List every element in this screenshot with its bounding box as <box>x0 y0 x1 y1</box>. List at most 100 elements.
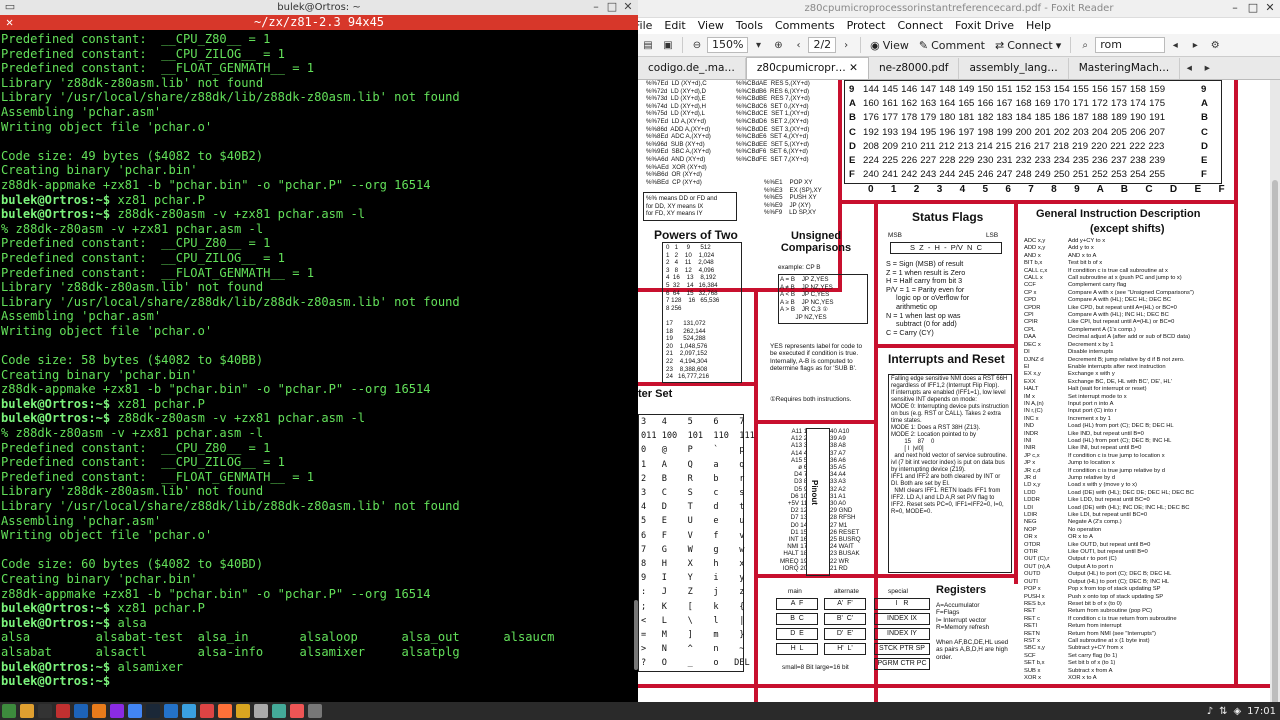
terminal-line-text: Library '/usr/local/share/z88dk/lib/z88d… <box>1 499 460 513</box>
opcode-note: %% means DD or FD and for DD, XY means I… <box>643 192 737 221</box>
connect-button[interactable]: ⇄ Connect ▾ <box>990 39 1066 52</box>
firefox-icon[interactable] <box>218 704 232 718</box>
hex-row-values: 176 177 178 179 180 181 182 183 184 185 … <box>863 112 1166 124</box>
terminal-line-text: Predefined constant: __FLOAT_GENMATH__ =… <box>1 61 315 76</box>
pdf-tab[interactable]: MasteringMach… <box>1069 58 1181 79</box>
terminal-line: Library '/usr/local/share/z88dk/lib/z88d… <box>1 90 638 105</box>
edit-icon[interactable] <box>254 704 268 718</box>
code-icon[interactable] <box>182 704 196 718</box>
pdf-scrollbar[interactable] <box>1270 80 1280 702</box>
search-input[interactable]: rom <box>1095 37 1166 53</box>
save-icon[interactable]: ▣ <box>660 37 676 53</box>
close-icon[interactable]: ✕ <box>622 1 634 13</box>
mail-icon[interactable] <box>200 704 214 718</box>
character-set-table: 3 4 5 6 7 011 100 101 110 111 0 @ P ` p … <box>638 414 755 672</box>
comment-button[interactable]: ✎ Comment <box>914 39 990 52</box>
unsigned-comparisons-title: Unsigned Comparisons <box>780 230 852 254</box>
terminal-line-text: alsabat alsactl alsa-info alsamixer alsa… <box>1 644 460 659</box>
terminal-window[interactable]: ▭ bulek@Ortros: ~ – □ ✕ ✕ ~/zx/z81-2.3 9… <box>0 0 638 702</box>
music-icon[interactable] <box>110 704 124 718</box>
terminal-line: bulek@Ortros:~$ xz81 pchar.P <box>1 397 638 412</box>
pdf-close-icon[interactable]: ✕ <box>1263 2 1277 14</box>
network-icon[interactable]: ⇅ <box>1219 706 1227 717</box>
tab-scroll-right-icon[interactable]: ▸ <box>1198 58 1216 79</box>
shield-icon[interactable]: ◈ <box>1233 706 1241 717</box>
card-divider <box>838 200 1238 204</box>
search-next-icon[interactable]: ▸ <box>1187 37 1203 53</box>
pdf-titlebar[interactable]: z80cpumicroprocessorinstantreferencecard… <box>638 0 1280 18</box>
menu-item[interactable]: Connect <box>891 18 948 34</box>
menu-item[interactable]: Foxit Drive <box>949 18 1020 34</box>
terminal-line-text: Predefined constant: __CPU_Z80__ = 1 <box>1 440 271 455</box>
menu-item[interactable]: Tools <box>730 18 769 34</box>
zoom-level-field[interactable]: 150% <box>707 37 749 53</box>
maximize-icon[interactable]: □ <box>606 1 618 13</box>
page-number-field[interactable]: 2/2 <box>808 37 837 53</box>
zoom-out-icon[interactable]: ⊖ <box>689 37 705 53</box>
chevron-down-icon[interactable]: ▾ <box>750 37 766 53</box>
zoom-in-icon[interactable]: ⊕ <box>770 37 786 53</box>
print-icon[interactable]: ▤ <box>640 37 656 53</box>
terminal-line-text: alsa <box>110 615 147 630</box>
terminal-line-text: Library 'z88dk-z80asm.lib' not found <box>1 280 264 295</box>
terminal-line-text: Assembling 'pchar.asm' <box>1 104 162 119</box>
next-page-icon[interactable]: › <box>838 37 854 53</box>
vlc-icon[interactable] <box>92 704 106 718</box>
menu-item[interactable]: Protect <box>841 18 892 34</box>
view-button[interactable]: ◉ View <box>865 39 914 52</box>
chrome-icon[interactable] <box>128 704 142 718</box>
hex-table-row: B 176 177 178 179 180 181 182 183 184 185… <box>849 111 1219 124</box>
pdf-page[interactable]: %%7Ed LD (XY+d),C %%72d LD (XY+d),D %%73… <box>638 80 1270 702</box>
tab-close-icon[interactable]: ✕ <box>846 62 858 74</box>
menu-item[interactable]: Comments <box>769 18 841 34</box>
pdf-minimize-icon[interactable]: – <box>1228 2 1242 14</box>
more-icon[interactable] <box>308 704 322 718</box>
terminal-line-text <box>110 674 117 688</box>
kde-icon[interactable] <box>74 704 88 718</box>
chevron-down-icon: ▾ <box>1055 38 1062 52</box>
terminal-menu-icon[interactable]: ▭ <box>4 1 16 13</box>
search-prev-icon[interactable]: ◂ <box>1167 37 1183 53</box>
register-cell: D E <box>776 628 818 640</box>
hex-table-row: A 160 161 162 163 164 165 166 167 168 169… <box>849 97 1219 110</box>
terminal-icon[interactable] <box>38 704 52 718</box>
menu-item[interactable]: View <box>692 18 730 34</box>
menu-item[interactable]: Help <box>1020 18 1057 34</box>
terminal-output[interactable]: Predefined constant: __CPU_Z80__ = 1 Pred… <box>0 30 638 689</box>
pdf-tab[interactable]: codigo.de_.ma… <box>638 58 746 79</box>
pdf-maximize-icon[interactable]: □ <box>1246 2 1260 14</box>
folder-icon[interactable] <box>236 704 250 718</box>
minimize-icon[interactable]: – <box>590 1 602 13</box>
unsigned-note: YES represents label for code to be exec… <box>770 343 863 373</box>
pdf-tab[interactable]: z80cpumicropr… ✕ <box>745 57 869 79</box>
search-icon[interactable]: ⌕ <box>1077 37 1093 53</box>
sound-icon[interactable]: ♪ <box>1207 706 1213 717</box>
steam-icon[interactable] <box>146 704 160 718</box>
tab-scroll-left-icon[interactable]: ◂ <box>1180 58 1198 79</box>
menu-icon[interactable] <box>2 704 16 718</box>
pdf-tab[interactable]: ne-z8000.pdf <box>869 58 960 79</box>
files-icon[interactable] <box>20 704 34 718</box>
terminal-line: alsabat alsactl alsa-info alsamixer alsa… <box>1 645 638 660</box>
register-cell: STCK PTR SP <box>874 643 930 655</box>
terminal-tab-title: ~/zx/z81-2.3 94x45 <box>253 15 385 29</box>
video-icon[interactable] <box>290 704 304 718</box>
prev-page-icon[interactable]: ‹ <box>790 37 806 53</box>
image-icon[interactable] <box>272 704 286 718</box>
vscode-icon[interactable] <box>164 704 178 718</box>
interrupts-title: Interrupts and Reset <box>888 352 1005 366</box>
pdf-scrollbar-thumb[interactable] <box>1272 180 1278 702</box>
pdf-tab[interactable]: assembly_lang… <box>959 58 1069 79</box>
tab-close-icon[interactable]: ✕ <box>6 15 13 30</box>
settings-icon[interactable]: ⚙ <box>1207 37 1223 53</box>
terminal-titlebar[interactable]: ▭ bulek@Ortros: ~ – □ ✕ <box>0 0 638 15</box>
clock[interactable]: 17:01 <box>1247 706 1276 717</box>
terminal-tab[interactable]: ✕ ~/zx/z81-2.3 94x45 <box>0 15 638 30</box>
unsigned-note-2: ①Requires both instructions. <box>770 396 852 403</box>
terminal-line: alsa alsabat-test alsa_in alsaloop alsa_… <box>1 630 638 645</box>
menu-item[interactable]: File <box>638 18 658 34</box>
hex-row-label: A <box>849 98 856 110</box>
pdf-reader-window[interactable]: z80cpumicroprocessorinstantreferencecard… <box>638 0 1280 702</box>
pdf-icon[interactable] <box>56 704 70 718</box>
menu-item[interactable]: Edit <box>658 18 691 34</box>
